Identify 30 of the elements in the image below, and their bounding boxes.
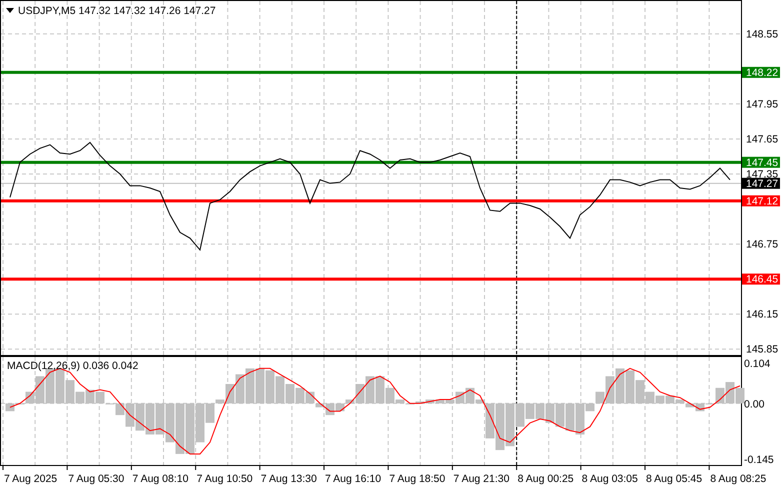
time-label: 7 Aug 16:10 <box>325 473 382 485</box>
time-label: 7 Aug 10:50 <box>196 473 253 485</box>
price-label: 145.85 <box>746 344 778 356</box>
price-label: 146.75 <box>746 238 778 251</box>
level-tag: 147.12 <box>742 195 780 208</box>
time-label: 8 Aug 05:45 <box>646 473 702 485</box>
time-label: 7 Aug 2025 <box>4 473 58 485</box>
time-label: 7 Aug 21:30 <box>453 473 510 485</box>
price-label: 147.35 <box>746 168 778 180</box>
time-label: 7 Aug 18:50 <box>389 473 446 485</box>
time-label: 8 Aug 08:25 <box>710 473 766 485</box>
price-tag: 147.27 <box>742 178 780 190</box>
price-label: 148.55 <box>746 28 778 40</box>
level-tag: 148.22 <box>742 66 780 79</box>
indicator-label: -0.145 <box>744 454 774 466</box>
dropdown-icon[interactable] <box>6 8 14 13</box>
indicator-title: MACD(12,26,9) 0.036 0.042 <box>7 360 138 372</box>
price-label: 147.65 <box>746 133 778 146</box>
indicator-label: 0.00 <box>744 398 764 410</box>
time-label: 7 Aug 05:30 <box>68 473 124 485</box>
time-label: 8 Aug 03:05 <box>582 473 638 485</box>
price-label: 147.95 <box>746 98 778 110</box>
indicator-label: 0.104 <box>744 358 770 370</box>
price-label: 146.15 <box>746 308 778 321</box>
time-label: 7 Aug 13:30 <box>260 473 317 485</box>
time-label: 7 Aug 08:10 <box>132 473 188 485</box>
chart-title: USDJPY,M5 147.32 147.32 147.26 147.27 <box>18 5 216 17</box>
level-tag: 147.45 <box>742 156 780 169</box>
level-tag: 146.45 <box>742 274 780 286</box>
time-label: 8 Aug 00:25 <box>518 473 574 485</box>
